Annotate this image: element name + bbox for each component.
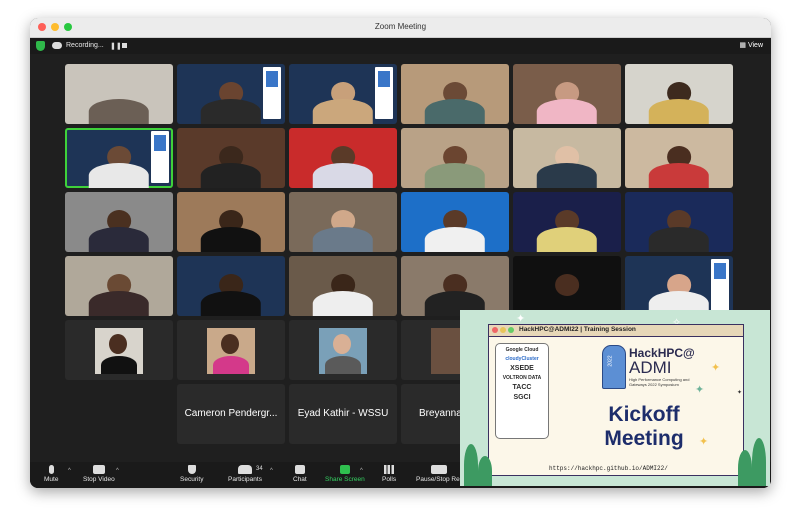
video-tile[interactable] — [289, 64, 397, 124]
sponsor-logo: Google Cloud — [505, 347, 539, 353]
stop-recording-icon[interactable] — [122, 43, 127, 48]
participants-icon — [237, 465, 252, 474]
video-tile[interactable] — [401, 256, 509, 316]
slide-title-line1: Kickoff — [608, 403, 680, 426]
video-tile[interactable] — [289, 128, 397, 188]
slide-window: HackHPC@ADMI22 | Training Session Google… — [488, 324, 744, 476]
admi-logo-icon — [602, 345, 626, 389]
security-label: Security — [180, 476, 204, 483]
shield-icon[interactable] — [36, 41, 45, 51]
meeting-top-bar: Recording... ❚❚ ▦ View — [30, 38, 771, 54]
star-icon: ✦ — [711, 362, 721, 374]
polls-label: Polls — [382, 476, 397, 483]
video-tile-photo[interactable] — [289, 320, 397, 380]
chat-label: Chat — [293, 476, 307, 483]
participants-count: 34 — [256, 466, 263, 472]
chat-bubble-icon — [294, 465, 305, 474]
video-tile-photo[interactable] — [65, 320, 173, 380]
video-tile[interactable] — [177, 256, 285, 316]
window-title: Zoom Meeting — [374, 22, 427, 31]
sponsor-logo: SGCI — [513, 394, 531, 401]
video-tile[interactable] — [177, 64, 285, 124]
participants-options-chevron-icon[interactable]: ^ — [270, 468, 273, 474]
security-button[interactable]: Security — [180, 465, 203, 483]
video-tile-active-speaker[interactable] — [65, 128, 173, 188]
chat-button[interactable]: Chat — [293, 465, 307, 483]
leaf-decoration — [478, 456, 492, 486]
pause-icon — [431, 465, 448, 474]
slide-bar-text: HackHPC@ADMI22 | Training Session — [519, 326, 636, 333]
share-options-chevron-icon[interactable]: ^ — [360, 468, 363, 474]
leaf-decoration — [464, 444, 478, 486]
pause-recording-icon[interactable]: ❚❚ — [110, 42, 122, 50]
stop-video-label: Stop Video — [83, 476, 115, 483]
audio-options-chevron-icon[interactable]: ^ — [68, 468, 71, 474]
sponsor-logo: XSEDE — [510, 365, 534, 372]
sponsor-logo: VOLTRON DATA — [502, 375, 542, 381]
bar-chart-icon — [384, 465, 395, 474]
leaf-decoration — [738, 450, 752, 486]
video-tile[interactable] — [513, 128, 621, 188]
slide-url: https://hackhpc.github.io/ADMI22/ — [549, 465, 668, 472]
video-tile[interactable] — [625, 192, 733, 252]
mute-label: Mute — [44, 476, 59, 483]
star-icon: ✦ — [699, 436, 709, 448]
shield-icon — [187, 465, 196, 474]
participant-name: Cameron Pendergr... — [184, 408, 278, 419]
title-bar: Zoom Meeting — [30, 18, 771, 38]
video-tile[interactable] — [625, 256, 733, 316]
slide-title-line2: Meeting — [604, 427, 684, 450]
video-tile[interactable] — [513, 256, 621, 316]
pause-stop-recording-button[interactable]: Pause/Stop Rec — [416, 465, 463, 483]
video-tile[interactable] — [65, 192, 173, 252]
grid-icon: ▦ — [739, 42, 748, 49]
sponsor-logo: cloudyCluster — [505, 356, 539, 362]
video-tile[interactable] — [401, 64, 509, 124]
slide-admi-text: ADMI — [629, 358, 672, 377]
video-tile[interactable] — [177, 128, 285, 188]
slide-title-bar: HackHPC@ADMI22 | Training Session — [489, 325, 743, 337]
star-icon: ✦ — [737, 390, 743, 396]
mute-button[interactable]: Mute — [44, 465, 58, 483]
video-tile[interactable] — [177, 192, 285, 252]
video-camera-icon — [92, 465, 105, 474]
polls-button[interactable]: Polls — [382, 465, 396, 483]
star-icon: ✦ — [695, 384, 705, 396]
view-label: View — [747, 42, 763, 49]
video-tile[interactable] — [513, 64, 621, 124]
video-tile[interactable] — [625, 64, 733, 124]
video-options-chevron-icon[interactable]: ^ — [116, 468, 119, 474]
stop-video-button[interactable]: Stop Video — [83, 465, 115, 483]
shared-slide-overlay[interactable]: ✦ ✧ HackHPC@ADMI22 | Training Session Go… — [460, 310, 770, 486]
sponsor-logo: TACC — [512, 384, 532, 391]
share-screen-icon — [339, 465, 350, 474]
view-button[interactable]: ▦ View — [739, 41, 763, 49]
share-screen-label: Share Screen — [325, 476, 365, 483]
share-screen-button[interactable]: Share Screen — [325, 465, 365, 483]
participant-name-tile[interactable]: Cameron Pendergr... — [177, 384, 285, 444]
video-tile[interactable] — [65, 256, 173, 316]
participant-name: Eyad Kathir - WSSU — [297, 408, 389, 419]
recording-status: Recording... — [66, 42, 104, 49]
video-tile-photo[interactable] — [177, 320, 285, 380]
cloud-recording-icon — [52, 42, 62, 49]
video-tile[interactable] — [513, 192, 621, 252]
leaf-decoration — [752, 438, 766, 486]
pause-recording-label: Pause/Stop Rec — [416, 476, 463, 483]
video-tile[interactable] — [289, 192, 397, 252]
participants-label: Participants — [228, 476, 262, 483]
slide-symposium-text: High Performance Computing and Gateways … — [629, 377, 690, 387]
video-tile[interactable] — [65, 64, 173, 124]
video-tile[interactable] — [625, 128, 733, 188]
microphone-icon — [48, 465, 54, 474]
video-tile[interactable] — [401, 128, 509, 188]
video-tile[interactable] — [401, 192, 509, 252]
participant-name-tile[interactable]: Eyad Kathir - WSSU — [289, 384, 397, 444]
video-tile[interactable] — [289, 256, 397, 316]
